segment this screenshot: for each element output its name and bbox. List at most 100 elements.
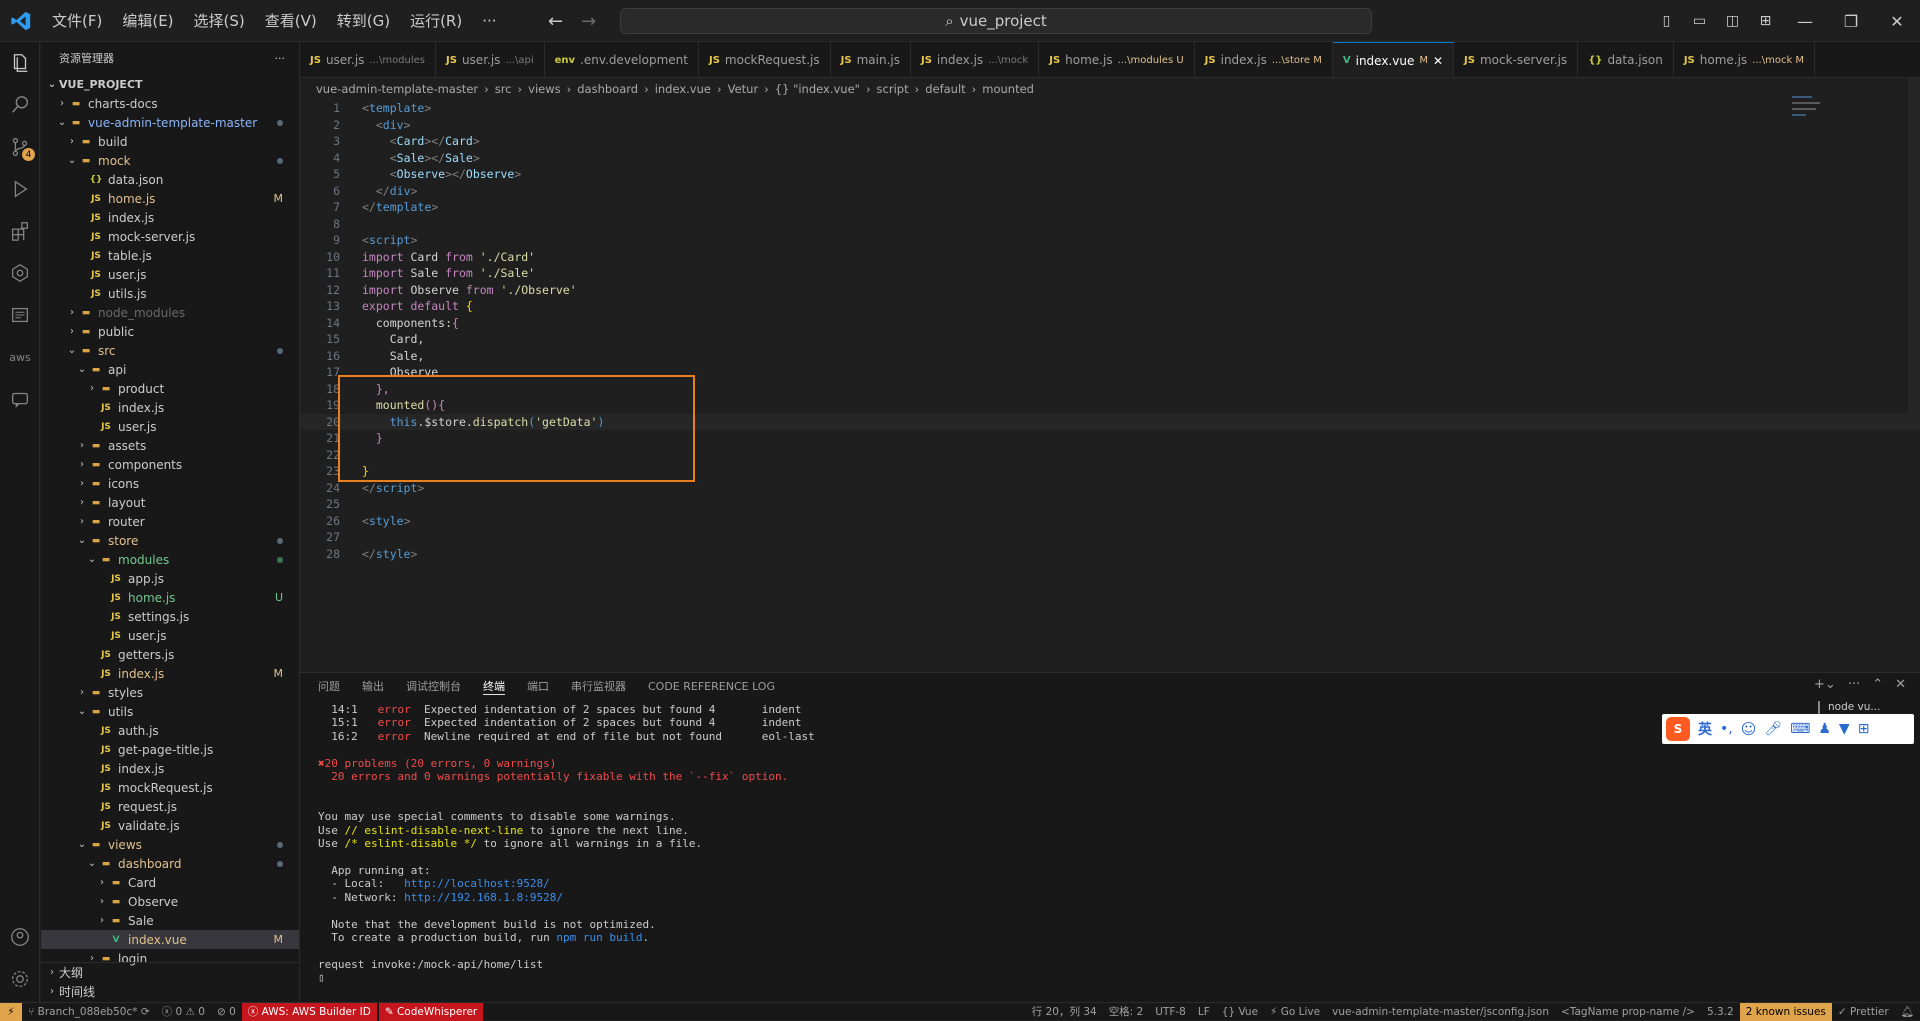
editor-tab[interactable]: {} data.json [1578,42,1674,77]
chat-icon[interactable] [0,378,40,420]
status-item[interactable]: UTF-8 [1149,1003,1192,1021]
editor-tab[interactable]: JS home.js ...\modules U [1039,42,1195,77]
tree-item[interactable]: JS utils.js [41,284,299,303]
tree-item[interactable]: JS auth.js [41,721,299,740]
ime-keyboard-icon[interactable]: ⌨ [1790,721,1810,737]
breadcrumb-item[interactable]: dashboard [577,82,638,96]
known-issues-badge[interactable]: 2 known issues [1739,1002,1832,1021]
tree-item[interactable]: JS index.js M [41,664,299,683]
tree-item[interactable]: JS getters.js [41,645,299,664]
toggle-panel-icon[interactable]: ▭ [1683,0,1716,42]
editor-scrollbar[interactable] [1908,78,1920,414]
panel-tab[interactable]: 终端 [483,678,505,695]
panel-tab[interactable]: 输出 [362,678,384,694]
tree-item[interactable]: › ▬ Observe [41,892,299,911]
tree-item[interactable]: Vindex.vue M [41,930,299,949]
tree-item[interactable]: {} data.json [41,170,299,189]
outline-section[interactable]: › 大纲 [41,963,299,982]
tree-item[interactable]: JS mockRequest.js [41,778,299,797]
explorer-icon[interactable] [0,42,40,84]
breadcrumb-item[interactable]: index.vue [655,82,711,96]
search-icon[interactable] [0,84,40,126]
editor-tab[interactable]: JS mockRequest.js [699,42,831,77]
code-view[interactable]: 1 <template> 2 <div> 3 <Card></Card> 4 <Sale… [300,100,1920,562]
run-debug-icon[interactable] [0,168,40,210]
timeline-section[interactable]: › 时间线 [41,982,299,1001]
editor-tab[interactable]: JS user.js ...\modules [300,42,437,77]
tree-item[interactable]: ⌄ ▬ dashboard [41,854,299,873]
tree-item[interactable]: › ▬ router [41,512,299,531]
tree-item[interactable]: › ▬ Card [41,873,299,892]
tree-item[interactable]: › ▬ build [41,132,299,151]
tree-item[interactable]: JS user.js [41,265,299,284]
serial-monitor-icon[interactable] [0,294,40,336]
toggle-secondary-sidebar-icon[interactable]: ◫ [1716,0,1749,42]
source-control-icon[interactable]: 4 [0,126,40,168]
tree-item[interactable]: JS index.js [41,759,299,778]
tree-item[interactable]: › ▬ charts-docs [41,94,299,113]
panel-tab[interactable]: 调试控制台 [406,678,461,694]
breadcrumb-item[interactable]: views [528,82,560,96]
aws-icon[interactable]: aws [0,336,40,378]
tree-item[interactable]: › ▬ node_modules [41,303,299,322]
ime-lang-icon[interactable]: 英 [1698,719,1712,739]
tree-item[interactable]: JS request.js [41,797,299,816]
terminal-output[interactable]: 14:1 error Expected indentation of 2 spa… [318,703,815,985]
tree-item[interactable]: ⌄ ▬ views [41,835,299,854]
forward-arrow-icon[interactable]: → [581,11,596,32]
tree-item[interactable]: JS settings.js [41,607,299,626]
menu-item[interactable]: 文件(F) [42,0,112,42]
sogou-logo-icon[interactable]: S [1666,717,1690,741]
more-actions-icon[interactable]: ··· [275,52,286,65]
breadcrumb-item[interactable]: src [495,82,512,96]
tree-item[interactable]: › ▬ icons [41,474,299,493]
maximize-panel-icon[interactable]: ⌃ [1872,677,1883,692]
minimap[interactable] [1792,92,1822,152]
command-center-search[interactable]: ⌕ vue_project [620,8,1372,34]
menu-item[interactable]: 查看(V) [255,0,327,42]
tree-item[interactable]: JS mock-server.js [41,227,299,246]
tree-item[interactable]: JS index.js [41,208,299,227]
tree-item[interactable]: › ▬ components [41,455,299,474]
tree-item[interactable]: JS validate.js [41,816,299,835]
tree-item[interactable]: ⌄ ▬ store [41,531,299,550]
branch-indicator[interactable]: ⑂ Branch_088eb50c* ⟳ [22,1003,156,1021]
tree-item[interactable]: › ▬ layout [41,493,299,512]
tree-item[interactable]: › ▬ product [41,379,299,398]
tree-item[interactable]: › ▬ public [41,322,299,341]
remote-explorer-icon[interactable] [0,252,40,294]
tree-item[interactable]: JS user.js [41,417,299,436]
remote-indicator-icon[interactable]: ⚡ [0,1002,22,1021]
status-item[interactable]: 行 20，列 34 [1026,1003,1103,1021]
editor-tab[interactable]: Vindex.vue M ✕ [1332,42,1455,77]
editor-tab[interactable]: env .env.development [545,42,699,77]
status-item[interactable]: 5.3.2 [1701,1003,1740,1021]
ime-voice-icon[interactable]: 🎤︎ [1764,721,1782,737]
tree-item[interactable]: › ▬ styles [41,683,299,702]
ime-toolbox-icon[interactable]: ⊞ [1858,721,1870,737]
ime-user-icon[interactable]: ♟ [1818,721,1831,737]
menu-item[interactable]: 编辑(E) [112,0,183,42]
status-item[interactable]: vue-admin-template-master/jsconfig.json [1326,1003,1555,1021]
close-panel-icon[interactable]: ✕ [1895,677,1906,692]
back-arrow-icon[interactable]: ← [548,11,563,32]
tree-item[interactable]: JS home.js M [41,189,299,208]
close-tab-icon[interactable]: ✕ [1433,54,1443,68]
status-item[interactable]: {} Vue [1216,1003,1264,1021]
breadcrumb-item[interactable]: mounted [982,82,1034,96]
problems-indicator[interactable]: ⓧ 0 ⚠ 0 [156,1003,211,1021]
notifications-icon[interactable]: 🔔︎ [1895,1003,1920,1021]
tree-item[interactable]: ⌄ ▬ vue-admin-template-master [41,113,299,132]
editor-tab[interactable]: JS home.js ...\mock M [1674,42,1816,77]
panel-tab[interactable]: 端口 [527,678,549,694]
customize-layout-icon[interactable]: ⊞ [1749,0,1782,42]
tree-item[interactable]: JS table.js [41,246,299,265]
restore-button[interactable]: ❐ [1828,0,1874,42]
editor-tab[interactable]: JS index.js ...\store M [1195,42,1333,77]
status-item[interactable]: ⚡ Go Live [1264,1003,1326,1021]
editor-tab[interactable]: JS index.js ...\mock [911,42,1040,77]
prettier-status[interactable]: ✓ Prettier [1832,1003,1895,1021]
tree-item[interactable]: ⌄ ▬ mock [41,151,299,170]
menu-item[interactable]: 运行(R) [400,0,472,42]
editor-tab[interactable]: JS user.js ...\api [436,42,545,77]
